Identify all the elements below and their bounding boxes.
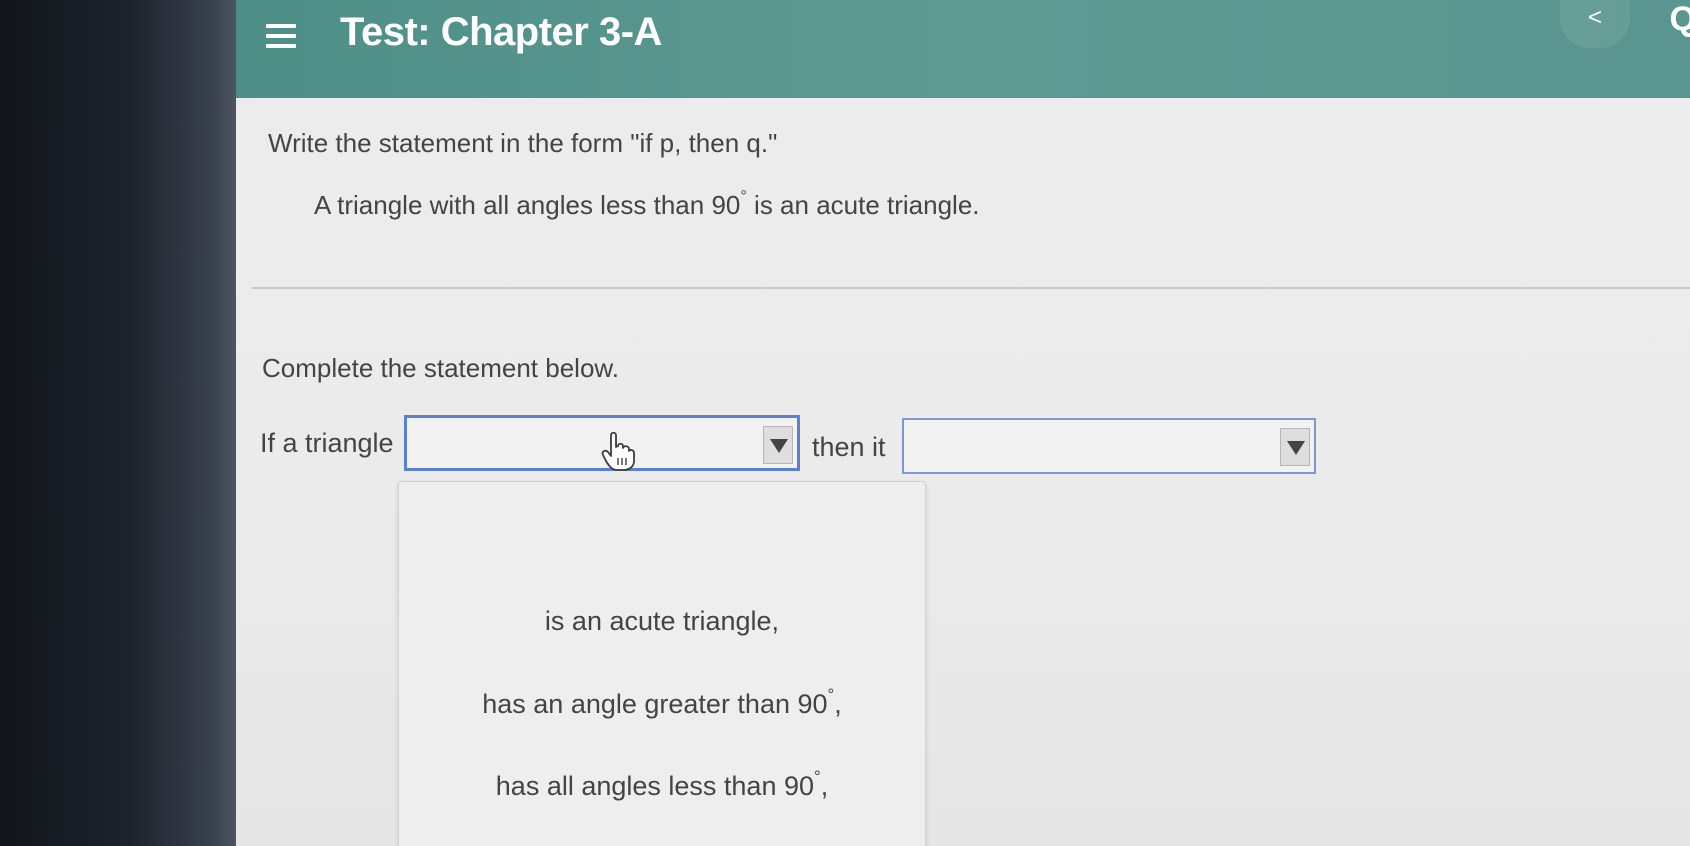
hand-pointer-icon xyxy=(601,431,635,471)
dropdown-option-angle-greater-90[interactable]: has an angle greater than 90°, xyxy=(399,685,925,720)
answer-prompt: Complete the statement below. xyxy=(262,353,619,383)
triangle-down-icon[interactable] xyxy=(1280,428,1310,466)
edge-label[interactable]: Q xyxy=(1670,0,1690,39)
question-instruction: Write the statement in the form "if p, t… xyxy=(268,128,778,158)
back-button[interactable]: < xyxy=(1560,0,1630,48)
statement-text-end: is an acute triangle. xyxy=(746,190,980,220)
answer-mid-text: then it xyxy=(812,432,886,462)
degree-symbol: ° xyxy=(740,187,747,206)
triangle-down-icon[interactable] xyxy=(763,426,793,464)
first-select-dropdown-menu: is an acute triangle, has an angle great… xyxy=(398,481,926,846)
statement-text: A triangle with all angles less than 90 xyxy=(314,190,741,220)
top-header: Test: Chapter 3-A < Q xyxy=(236,0,1690,98)
screen-bezel xyxy=(0,0,236,846)
answer-lead-text: If a triangle xyxy=(260,428,394,458)
page-title: Test: Chapter 3-A xyxy=(340,10,662,54)
section-divider xyxy=(252,287,1690,289)
dropdown-option-acute[interactable]: is an acute triangle, xyxy=(399,606,925,637)
second-answer-select[interactable] xyxy=(902,418,1316,474)
question-statement: A triangle with all angles less than 90°… xyxy=(314,187,980,221)
dropdown-option-all-angles-less-90[interactable]: has all angles less than 90°, xyxy=(399,767,925,802)
app-screen: Test: Chapter 3-A < Q Write the statemen… xyxy=(236,0,1690,846)
hamburger-menu-icon[interactable] xyxy=(266,22,296,50)
